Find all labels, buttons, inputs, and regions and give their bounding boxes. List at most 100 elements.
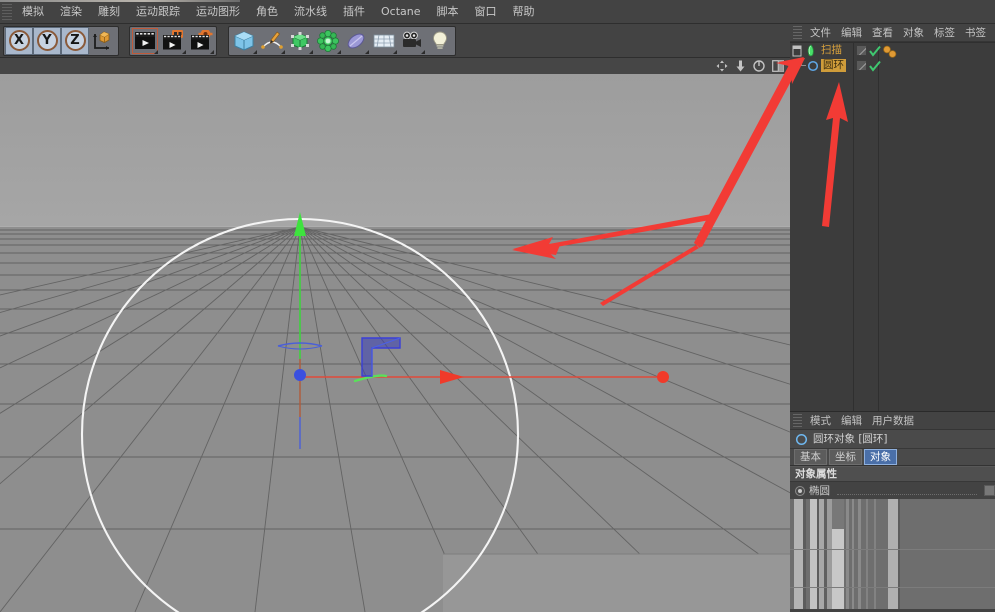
menu-item-render[interactable]: 渲染 (52, 2, 90, 21)
nurbs-generator-button[interactable] (286, 27, 314, 55)
object-manager[interactable]: 扫描 圆环 (790, 42, 995, 412)
menu-item-character[interactable]: 角色 (248, 2, 286, 21)
object-label-circle[interactable]: 圆环 (821, 59, 846, 72)
toolbar-group-objects (228, 26, 456, 56)
toolbar-group-render (129, 26, 217, 56)
cube-primitive-icon (232, 29, 256, 53)
menu-item-simulate[interactable]: 模拟 (14, 2, 52, 21)
bend-deformer-icon (344, 29, 368, 53)
menu-item-sculpt[interactable]: 雕刻 (90, 2, 128, 21)
attribute-render-artifact (790, 499, 995, 609)
array-generator-button[interactable] (314, 27, 342, 55)
floor-environment-button[interactable] (370, 27, 398, 55)
spline-pen-icon (260, 29, 284, 53)
menu-item-plugins[interactable]: 插件 (335, 2, 373, 21)
cube-primitive-button[interactable] (230, 27, 258, 55)
y-axis-icon: Y (37, 30, 58, 51)
attribute-manager-menubar: 模式 编辑 用户数据 (790, 412, 995, 430)
main-menubar: 模拟 渲染 雕刻 运动跟踪 运动图形 角色 流水线 插件 Octane 脚本 窗… (0, 0, 995, 24)
om-menu-view[interactable]: 查看 (867, 25, 898, 41)
camera-button[interactable] (398, 27, 426, 55)
floor-environment-icon (372, 29, 396, 53)
tree-branch-line (798, 59, 807, 72)
axis-gizmo (278, 212, 669, 449)
object-row-circle[interactable]: 圆环 (790, 58, 854, 73)
am-menu-userdata[interactable]: 用户数据 (867, 413, 919, 429)
light-icon (428, 29, 452, 53)
tag-row-circle[interactable] (854, 58, 894, 73)
spline-pen-button[interactable] (258, 27, 286, 55)
menu-item-help[interactable]: 帮助 (505, 2, 543, 21)
menubar-grip-handle[interactable] (2, 4, 12, 20)
bend-deformer-button[interactable] (342, 27, 370, 55)
visibility-editor-dot[interactable] (856, 45, 867, 56)
dolly-view-icon[interactable] (735, 60, 746, 72)
menu-item-pipeline[interactable]: 流水线 (286, 2, 335, 21)
right-panel-column: 文件 编辑 查看 对象 标签 书签 (790, 24, 995, 612)
attribute-object-title: 圆环对象 [圆环] (813, 433, 888, 445)
menu-item-octane[interactable]: Octane (373, 2, 429, 21)
object-row-sweep[interactable]: 扫描 (790, 43, 854, 58)
viewport-scene-svg (0, 74, 790, 612)
am-menu-mode[interactable]: 模式 (805, 413, 836, 429)
param-row-ellipse[interactable]: 椭圆 (790, 482, 995, 499)
lock-y-axis-button[interactable]: Y (33, 27, 61, 55)
light-button[interactable] (426, 27, 454, 55)
lock-z-axis-button[interactable]: Z (61, 27, 89, 55)
sweep-tag-chips-icon[interactable] (882, 45, 898, 59)
world-object-coordinate-button[interactable] (89, 27, 117, 55)
tab-object[interactable]: 对象 (864, 449, 897, 465)
visibility-editor-dot-2[interactable] (856, 60, 867, 71)
om-menu-file[interactable]: 文件 (805, 25, 836, 41)
object-manager-grip[interactable] (793, 26, 802, 39)
render-to-picture-viewer-button[interactable] (159, 27, 187, 55)
titlebar-highlight (0, 0, 240, 2)
param-dotted-leader (837, 487, 977, 495)
phong-tag-icon-2[interactable] (869, 60, 882, 72)
render-view-icon (133, 30, 157, 52)
rotate-view-icon[interactable] (753, 60, 765, 72)
attribute-section-title: 对象属性 (795, 468, 837, 480)
ellipse-radio-icon[interactable] (795, 486, 805, 496)
attribute-section-header: 对象属性 (790, 466, 995, 482)
artifact-bars (790, 499, 995, 609)
menu-item-mograph[interactable]: 运动图形 (188, 2, 248, 21)
om-menu-bookmark[interactable]: 书签 (960, 25, 991, 41)
sweep-generator-icon (805, 44, 817, 57)
om-menu-edit[interactable]: 编辑 (836, 25, 867, 41)
attribute-manager[interactable]: 模式 编辑 用户数据 圆环对象 [圆环] 基本 坐标 对象 对象属性 椭圆 (790, 412, 995, 612)
viewport-header-bar (0, 58, 790, 74)
render-settings-icon (189, 30, 213, 52)
tab-coordinates[interactable]: 坐标 (829, 449, 862, 465)
menu-item-script[interactable]: 脚本 (429, 2, 467, 21)
om-menu-tag[interactable]: 标签 (929, 25, 960, 41)
perspective-viewport[interactable] (0, 58, 790, 612)
lock-x-axis-button[interactable]: X (5, 27, 33, 55)
object-tree: 扫描 圆环 (790, 43, 854, 73)
object-manager-tag-columns (854, 43, 894, 411)
om-menu-object[interactable]: 对象 (898, 25, 929, 41)
param-label-ellipse: 椭圆 (809, 485, 830, 497)
circle-spline-icon (807, 60, 819, 72)
world-axis-icon (91, 29, 115, 53)
expand-collapse-icon[interactable] (792, 45, 803, 57)
viewport-canvas[interactable] (0, 74, 790, 612)
menu-item-window[interactable]: 窗口 (467, 2, 505, 21)
phong-tag-icon[interactable] (869, 45, 882, 57)
tab-basic[interactable]: 基本 (794, 449, 827, 465)
object-manager-menubar: 文件 编辑 查看 对象 标签 书签 (790, 24, 995, 42)
cinema4d-window: 模拟 渲染 雕刻 运动跟踪 运动图形 角色 流水线 插件 Octane 脚本 窗… (0, 0, 995, 612)
render-view-button[interactable] (131, 27, 159, 55)
nurbs-generator-icon (288, 29, 312, 53)
view-layout-icon[interactable] (772, 60, 784, 72)
object-label-sweep[interactable]: 扫描 (819, 44, 844, 57)
toolbar-group-axis: X Y Z (3, 26, 119, 56)
pan-view-icon[interactable] (716, 60, 728, 72)
am-menu-edit[interactable]: 编辑 (836, 413, 867, 429)
array-generator-icon (316, 29, 340, 53)
attribute-manager-grip[interactable] (793, 414, 802, 427)
menu-item-motion-tracker[interactable]: 运动跟踪 (128, 2, 188, 21)
render-settings-button[interactable] (187, 27, 215, 55)
ellipse-checkbox[interactable] (984, 485, 995, 496)
attribute-tabs: 基本 坐标 对象 (790, 449, 995, 466)
